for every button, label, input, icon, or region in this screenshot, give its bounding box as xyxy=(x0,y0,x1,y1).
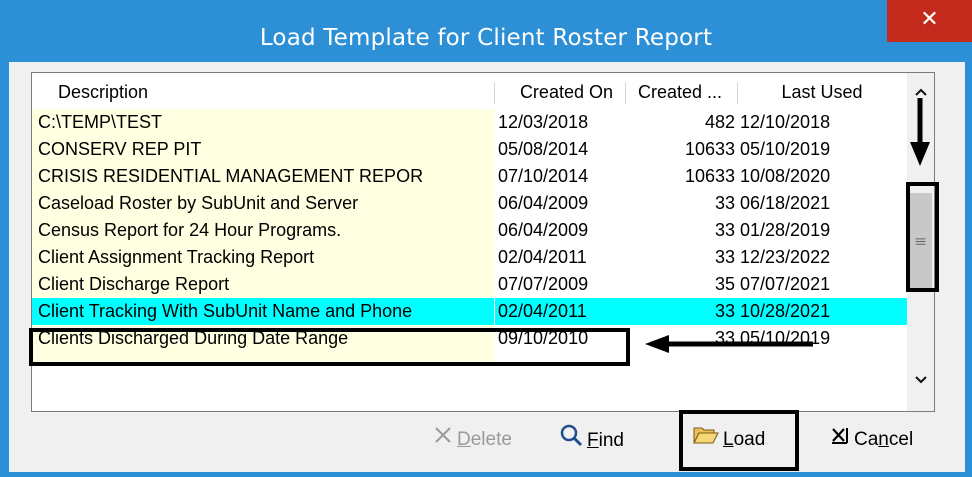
cell-created-on: 02/04/2011 xyxy=(498,247,587,267)
load-label: oad xyxy=(733,429,766,451)
cell-created-on: 05/08/2014 xyxy=(498,139,589,159)
grid-header: Description Created On Created ... Last … xyxy=(32,79,907,106)
cell-created-on: 09/10/2010 xyxy=(498,328,589,348)
close-box-icon xyxy=(830,423,850,457)
cell-description: CRISIS RESIDENTIAL MANAGEMENT REPOR xyxy=(32,163,494,190)
column-header-created-on[interactable]: Created On xyxy=(495,79,625,106)
table-row[interactable]: C:\TEMP\TEST 12/03/2018 482 12/10/2018 xyxy=(32,109,907,136)
column-header-created-by[interactable]: Created ... xyxy=(625,79,737,106)
cell-created-by: 10633 xyxy=(684,139,735,159)
load-mnemonic: L xyxy=(723,429,734,451)
table-row[interactable]: Census Report for 24 Hour Programs. 06/0… xyxy=(32,217,907,244)
table-row[interactable]: CRISIS RESIDENTIAL MANAGEMENT REPOR 07/1… xyxy=(32,163,907,190)
cell-description: Client Discharge Report xyxy=(32,271,494,298)
cell-last-used: 12/10/2018 xyxy=(740,112,831,132)
cell-created-by: 33 xyxy=(714,220,735,240)
column-header-description[interactable]: Description xyxy=(32,79,494,106)
cell-created-by: 33 xyxy=(625,298,737,325)
column-header-last-used[interactable]: Last Used xyxy=(737,79,907,106)
cell-created-by: 33 xyxy=(714,193,735,213)
arrow-left-icon xyxy=(645,335,813,353)
cell-last-used: 05/10/2019 xyxy=(740,139,831,159)
table-row[interactable]: CONSERV REP PIT 05/08/2014 10633 05/10/2… xyxy=(32,136,907,163)
cell-last-used: 10/08/2020 xyxy=(740,166,831,186)
cell-description: Clients Discharged During Date Range xyxy=(32,325,494,352)
find-mnemonic: F xyxy=(587,430,599,452)
arrow-down-icon xyxy=(910,98,930,166)
cell-description: C:\TEMP\TEST xyxy=(32,109,494,136)
cell-created-on: 02/04/2011 xyxy=(495,298,625,325)
cell-created-on: 12/03/2018 xyxy=(498,112,589,132)
find-label: ind xyxy=(598,430,624,452)
template-grid[interactable]: Description Created On Created ... Last … xyxy=(31,72,935,412)
cell-description: Client Assignment Tracking Report xyxy=(32,244,494,271)
grip-icon xyxy=(915,238,926,245)
cell-created-by: 35 xyxy=(714,274,735,294)
cell-description: Client Tracking With SubUnit Name and Ph… xyxy=(32,298,494,325)
table-row[interactable]: Client Discharge Report 07/07/2009 35 07… xyxy=(32,271,907,298)
cancel-button[interactable]: Cancel xyxy=(830,423,913,457)
cell-description xyxy=(32,352,494,362)
delete-label: elete xyxy=(470,429,512,451)
delete-button[interactable]: Delete xyxy=(433,423,512,457)
cell-last-used: 10/28/2021 xyxy=(737,298,907,325)
find-button[interactable]: Find xyxy=(559,423,624,457)
cancel-mnemonic: n xyxy=(878,429,889,451)
cell-created-by: 33 xyxy=(714,247,735,267)
open-folder-icon xyxy=(693,423,719,457)
scrollbar-thumb[interactable] xyxy=(909,193,932,291)
cell-created-by: 10633 xyxy=(684,166,735,186)
chevron-down-icon[interactable] xyxy=(907,367,934,393)
x-icon xyxy=(433,423,453,457)
cell-description: CONSERV REP PIT xyxy=(32,136,494,163)
cell-last-used: 12/23/2022 xyxy=(740,247,831,267)
cell-last-used: 06/18/2021 xyxy=(740,193,831,213)
cell-created-by: 482 xyxy=(704,112,735,132)
cell-created-on: 07/07/2009 xyxy=(498,274,589,294)
cancel-label: cel xyxy=(888,429,914,451)
delete-mnemonic: D xyxy=(457,429,471,451)
cell-created-on: 06/04/2009 xyxy=(498,220,589,240)
load-button[interactable]: Load xyxy=(693,423,765,457)
cell-last-used: 07/07/2021 xyxy=(740,274,831,294)
cell-created-on: 07/10/2014 xyxy=(498,166,589,186)
table-row[interactable]: Caseload Roster by SubUnit and Server 06… xyxy=(32,190,907,217)
magnifier-icon xyxy=(559,423,583,459)
cell-description: Caseload Roster by SubUnit and Server xyxy=(32,190,494,217)
cell-last-used: 01/28/2019 xyxy=(740,220,831,240)
cell-description: Census Report for 24 Hour Programs. xyxy=(32,217,494,244)
table-row-selected[interactable]: Client Tracking With SubUnit Name and Ph… xyxy=(32,298,907,325)
close-button[interactable]: ✕ xyxy=(887,0,972,42)
cancel-label-prefix: Ca xyxy=(854,429,879,451)
cell-created-on: 06/04/2009 xyxy=(498,193,589,213)
table-row[interactable]: Client Assignment Tracking Report 02/04/… xyxy=(32,244,907,271)
